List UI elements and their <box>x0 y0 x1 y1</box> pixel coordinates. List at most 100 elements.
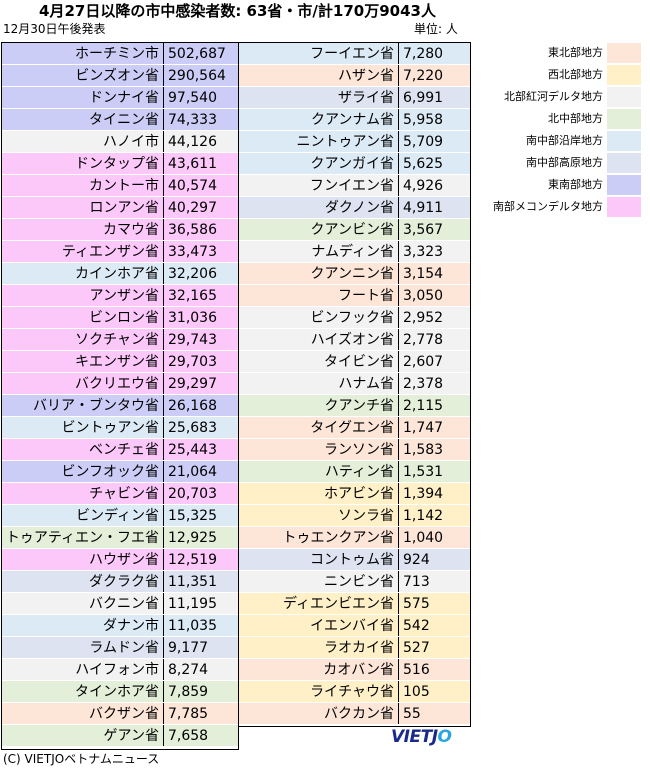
case-count: 2,378 <box>403 376 444 392</box>
table-row: クアンビン省 3,567 <box>239 219 470 241</box>
table-left-column: ホーチミン市 502,687 ビンズオン省 290,564 ドンナイ省 97,540 タイニ… <box>1 42 239 750</box>
case-count: 7,220 <box>403 68 444 84</box>
table-row: ハナム省 2,378 <box>239 373 470 395</box>
table-row: カマウ省 36,586 <box>2 219 238 241</box>
legend-label: 西北部地方 <box>548 68 603 81</box>
table-row: ニンビン省 713 <box>239 571 470 593</box>
province-name: タイビン省 <box>239 351 399 372</box>
table-row: バクリエウ省 29,297 <box>2 373 238 395</box>
legend-swatch <box>607 87 641 107</box>
case-count: 43,611 <box>168 156 217 172</box>
province-name: ダクラク省 <box>2 571 164 592</box>
province-name: ハイフォン市 <box>2 659 164 680</box>
table-row: ナムディン省 3,323 <box>239 241 470 263</box>
table-row: ランソン省 1,583 <box>239 439 470 461</box>
case-count: 12,519 <box>168 552 217 568</box>
case-count: 3,154 <box>403 266 444 282</box>
case-count: 3,050 <box>403 288 444 304</box>
province-name: ナムディン省 <box>239 241 399 262</box>
table-row: トゥアティエン・フエ省 12,925 <box>2 527 238 549</box>
table-row: ハウザン省 12,519 <box>2 549 238 571</box>
province-name: チャビン省 <box>2 483 164 504</box>
province-name: ビンディン省 <box>2 505 164 526</box>
table-row: クアンニン省 3,154 <box>239 263 470 285</box>
province-name: クアンニン省 <box>239 263 399 284</box>
legend-item: 北中部地方 <box>481 108 641 130</box>
province-name: トゥエンクアン省 <box>239 527 399 548</box>
table-row: ロンアン省 40,297 <box>2 197 238 219</box>
table-row: バリア・ブンタウ省 26,168 <box>2 395 238 417</box>
table-row: ビンズオン省 290,564 <box>2 65 238 87</box>
table-row: ソクチャン省 29,743 <box>2 329 238 351</box>
table-row: バクニン省 11,195 <box>2 593 238 615</box>
table-row: ホーチミン市 502,687 <box>2 43 238 65</box>
case-count: 924 <box>403 552 430 568</box>
province-name: ドンナイ省 <box>2 87 164 108</box>
province-name: ニントゥアン省 <box>239 131 399 152</box>
case-count: 1,747 <box>403 420 444 436</box>
province-name: ティエンザン省 <box>2 241 164 262</box>
province-name: イエンバイ省 <box>239 615 399 636</box>
case-count: 7,785 <box>168 706 209 722</box>
case-count: 542 <box>403 618 430 634</box>
case-count: 5,625 <box>403 156 444 172</box>
legend-label: 北部紅河デルタ地方 <box>504 90 603 103</box>
case-count: 7,658 <box>168 728 209 744</box>
province-name: ランソン省 <box>239 439 399 460</box>
case-count: 12,925 <box>168 530 217 546</box>
table-row: ドンナイ省 97,540 <box>2 87 238 109</box>
case-count: 1,394 <box>403 486 444 502</box>
province-name: カオバン省 <box>239 659 399 680</box>
legend-item: 東北部地方 <box>481 42 641 64</box>
legend-swatch <box>607 175 641 195</box>
case-count: 713 <box>403 574 430 590</box>
province-name: ニンビン省 <box>239 571 399 592</box>
case-count: 5,709 <box>403 134 444 150</box>
province-name: ベンチェ省 <box>2 439 164 460</box>
legend-swatch <box>607 197 641 217</box>
province-name: ラオカイ省 <box>239 637 399 658</box>
case-count: 502,687 <box>168 46 226 62</box>
table-row: コントゥム省 924 <box>239 549 470 571</box>
province-name: ゲアン省 <box>2 725 164 746</box>
case-count: 1,583 <box>403 442 444 458</box>
case-count: 44,126 <box>168 134 217 150</box>
province-name: ダナン市 <box>2 615 164 636</box>
case-count: 97,540 <box>168 90 217 106</box>
case-count: 40,297 <box>168 200 217 216</box>
table-right-column: フーイエン省 7,280 ハザン省 7,220 ザライ省 6,991 クアンナム省 5,958… <box>238 42 471 727</box>
province-name: ハイズオン省 <box>239 329 399 350</box>
legend-label: 東北部地方 <box>548 46 603 59</box>
legend-item: 北部紅河デルタ地方 <box>481 86 641 108</box>
province-name: カントー市 <box>2 175 164 196</box>
table-row: ディエンビエン省 575 <box>239 593 470 615</box>
table-row: タイビン省 2,607 <box>239 351 470 373</box>
table-row: カオバン省 516 <box>239 659 470 681</box>
legend-swatch <box>607 131 641 151</box>
case-count: 4,926 <box>403 178 444 194</box>
province-name: ザライ省 <box>239 87 399 108</box>
table-row: フート省 3,050 <box>239 285 470 307</box>
province-name: カインホア省 <box>2 263 164 284</box>
province-name: ビンズオン省 <box>2 65 164 86</box>
case-count: 74,333 <box>168 112 217 128</box>
case-count: 33,473 <box>168 244 217 260</box>
legend-label: 南中部沿岸地方 <box>526 134 603 147</box>
province-name: ハノイ市 <box>2 131 164 152</box>
table-row: ゲアン省 7,658 <box>2 725 238 747</box>
table-row: タインホア省 7,859 <box>2 681 238 703</box>
unit-label: 単位: 人 <box>414 22 458 36</box>
table-row: ホアビン省 1,394 <box>239 483 470 505</box>
credit-text: (C) VIETJOベトナムニュース <box>3 752 160 766</box>
case-count: 2,952 <box>403 310 444 326</box>
case-count: 290,564 <box>168 68 226 84</box>
case-count: 5,958 <box>403 112 444 128</box>
table-row: ビンフオック省 21,064 <box>2 461 238 483</box>
table-row: ダクラク省 11,351 <box>2 571 238 593</box>
province-name: ドンタップ省 <box>2 153 164 174</box>
province-name: ビンロン省 <box>2 307 164 328</box>
case-count: 2,115 <box>403 398 444 414</box>
table-row: ビンディン省 15,325 <box>2 505 238 527</box>
case-count: 25,683 <box>168 420 217 436</box>
case-count: 1,142 <box>403 508 444 524</box>
